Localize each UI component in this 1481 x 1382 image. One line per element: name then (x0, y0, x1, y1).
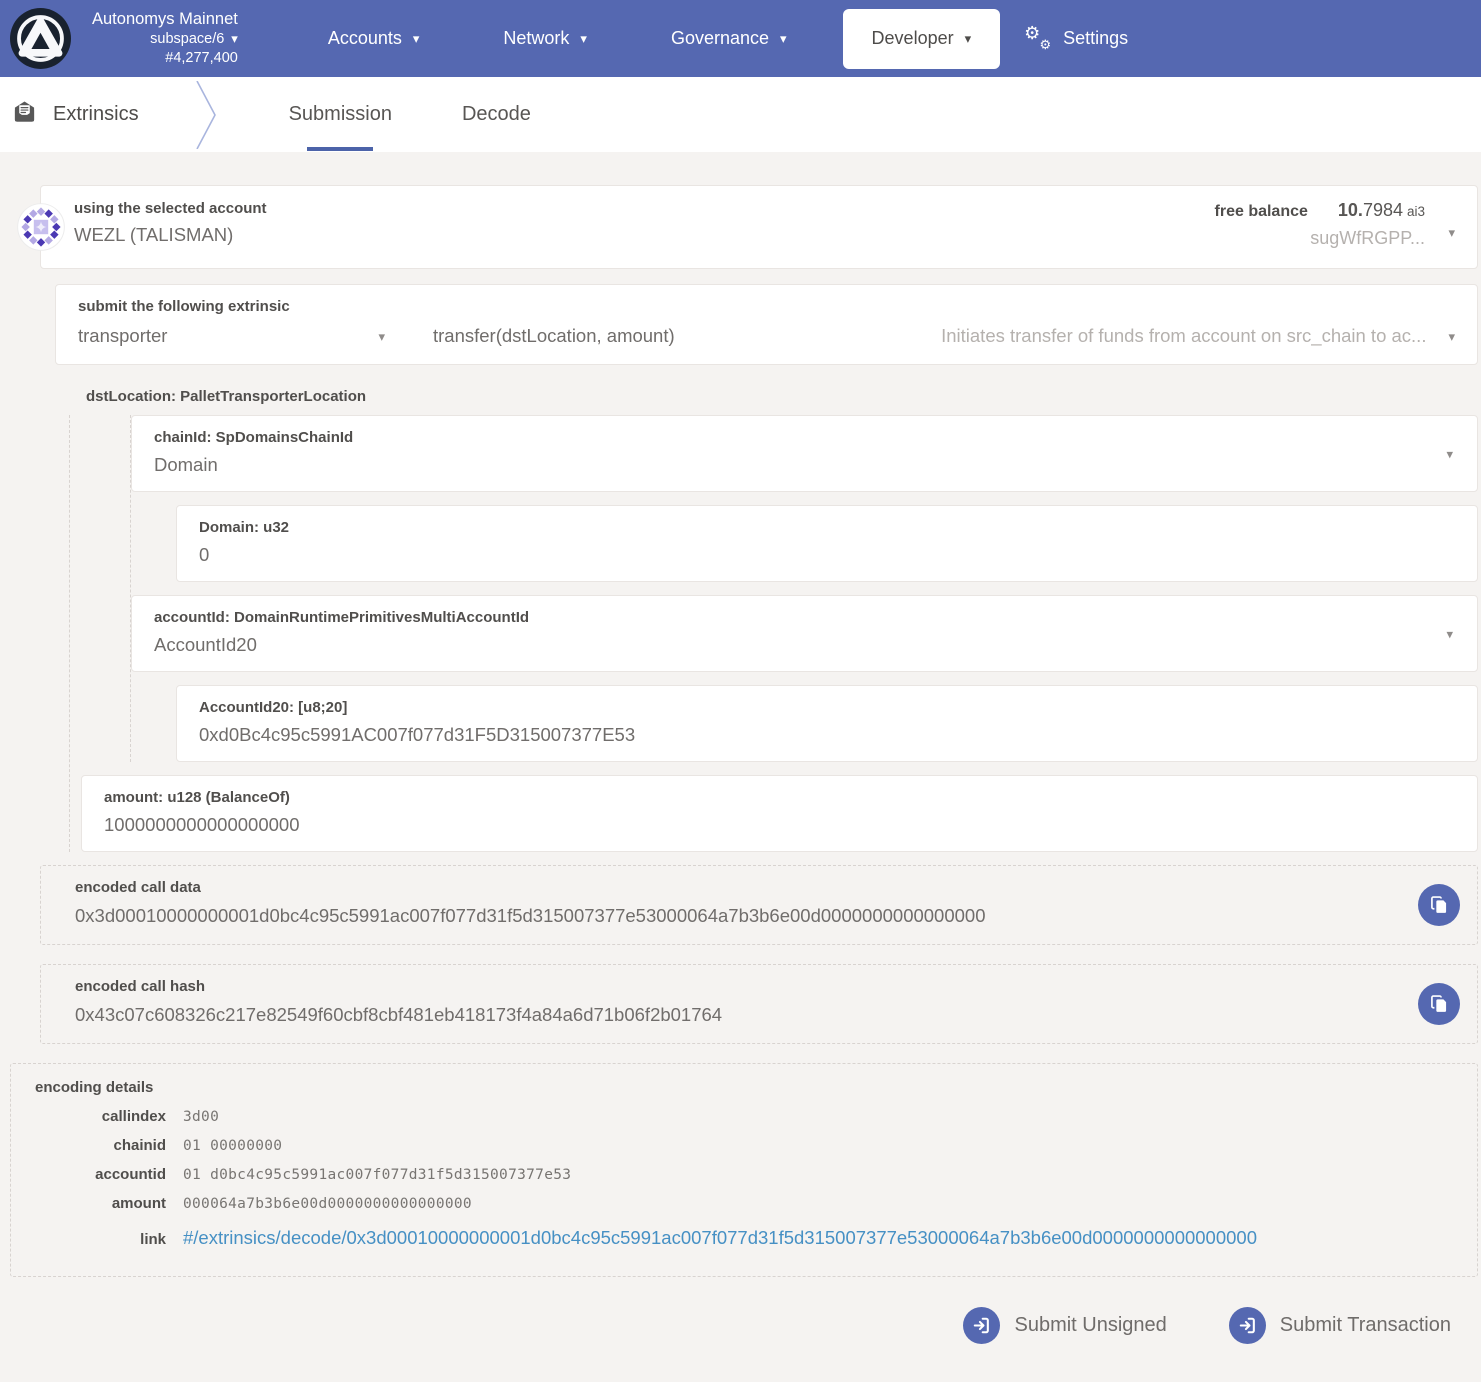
main-menu: Accounts ▾ Network ▾ Governance ▾ Develo… (286, 9, 1152, 69)
breadcrumb: Extrinsics (13, 101, 139, 128)
sign-in-icon (963, 1307, 1000, 1344)
param-accountid-label: accountId: DomainRuntimePrimitivesMultiA… (154, 609, 1455, 626)
param-domain-label: Domain: u32 (199, 519, 1455, 536)
encoding-detail-row: amount 000064a7b3b6e00d0000000000000000 (35, 1195, 1453, 1212)
free-balance-label: free balance (1215, 203, 1308, 221)
accountid-select-value[interactable]: AccountId20 (154, 634, 1455, 656)
settings-button[interactable]: ⚙⚙ Settings (1000, 26, 1152, 52)
encoded-call-data-box: encoded call data 0x3d00010000000001d0bc… (40, 865, 1478, 945)
param-chainid-label: chainId: SpDomainsChainId (154, 429, 1455, 446)
copy-icon (1429, 895, 1449, 915)
param-accountid20-card: AccountId20: [u8;20] (176, 685, 1478, 762)
method-select-value: transfer(dstLocation, amount) (433, 325, 675, 346)
menu-item-developer[interactable]: Developer ▾ (843, 9, 1001, 69)
method-description-select[interactable]: Initiates transfer of funds from account… (941, 325, 1455, 347)
chainid-select-value[interactable]: Domain (154, 454, 1455, 476)
top-nav-bar: Autonomys Mainnet subspace/6▾ #4,277,400… (0, 0, 1481, 77)
encoded-call-data-label: encoded call data (75, 879, 1387, 896)
chevron-down-icon: ▾ (413, 32, 420, 45)
param-tree: chainId: SpDomainsChainId Domain ▾ Domai… (69, 415, 1478, 852)
chevron-down-icon: ▾ (780, 32, 787, 45)
method-description: Initiates transfer of funds from account… (941, 325, 1426, 347)
param-domain-card: Domain: u32 (176, 505, 1478, 582)
action-buttons: Submit Unsigned Submit Transaction (0, 1307, 1451, 1344)
chevron-down-icon: ▾ (231, 31, 238, 46)
param-amount-card: amount: u128 (BalanceOf) (81, 775, 1478, 852)
extrinsic-select-card: submit the following extrinsic transport… (55, 284, 1478, 365)
encoding-details-title: encoding details (35, 1079, 1453, 1096)
page-title: Extrinsics (53, 103, 139, 126)
param-accountid-children: AccountId20: [u8;20] (176, 685, 1478, 762)
param-dstlocation-label: dstLocation: PalletTransporterLocation (86, 388, 1481, 405)
encoding-detail-link-row: link #/extrinsics/decode/0x3d00010000000… (35, 1227, 1453, 1249)
menu-item-accounts[interactable]: Accounts ▾ (286, 28, 462, 49)
tabs: Submission Decode (279, 77, 541, 152)
active-tab-underline (307, 147, 373, 151)
balance-box: free balance 10.7984ai3 sugWfRGPP... (1215, 200, 1425, 249)
chevron-down-icon[interactable]: ▾ (1448, 226, 1455, 239)
extrinsics-submission-page: using the selected account WEZL (TALISMA… (0, 152, 1481, 1344)
extrinsics-envelope-icon (13, 101, 36, 128)
param-amount-label: amount: u128 (BalanceOf) (104, 789, 1455, 806)
pallet-select-value: transporter (78, 325, 167, 347)
encoded-call-hash-value: 0x43c07c608326c217e82549f60cbf8cbf481eb4… (75, 1004, 1387, 1026)
chevron-down-icon: ▾ (378, 330, 385, 343)
param-accountid20-label: AccountId20: [u8;20] (199, 699, 1455, 716)
breadcrumb-separator (195, 81, 219, 149)
method-select[interactable]: transfer(dstLocation, amount) (433, 325, 675, 347)
chevron-down-icon[interactable]: ▾ (1446, 627, 1453, 640)
param-dstlocation-children: chainId: SpDomainsChainId Domain ▾ Domai… (130, 415, 1478, 762)
encoding-details-box: encoding details callindex 3d00 chainid … (10, 1063, 1478, 1277)
encoded-call-hash-label: encoded call hash (75, 978, 1387, 995)
copy-call-hash-button[interactable] (1418, 983, 1460, 1025)
extrinsic-field-label: submit the following extrinsic (78, 298, 1455, 315)
param-chainid-card: chainId: SpDomainsChainId Domain ▾ (131, 415, 1478, 492)
decode-link[interactable]: #/extrinsics/decode/0x3d00010000000001d0… (183, 1227, 1257, 1249)
chain-name: Autonomys Mainnet (92, 9, 238, 30)
encoding-detail-row: callindex 3d00 (35, 1108, 1453, 1125)
encoded-call-hash-box: encoded call hash 0x43c07c608326c217e825… (40, 964, 1478, 1044)
chevron-down-icon: ▾ (1448, 330, 1455, 343)
param-accountid-card: accountId: DomainRuntimePrimitivesMultiA… (131, 595, 1478, 672)
menu-item-network[interactable]: Network ▾ (461, 28, 629, 49)
encoding-detail-row: chainid 01 00000000 (35, 1137, 1453, 1154)
tab-submission[interactable]: Submission (279, 77, 402, 152)
account-identicon[interactable] (17, 203, 65, 251)
accountid20-input[interactable] (199, 724, 1405, 746)
autonomys-logo-icon[interactable] (10, 8, 71, 69)
copy-icon (1429, 994, 1449, 1014)
chain-selector[interactable]: Autonomys Mainnet subspace/6▾ #4,277,400 (92, 9, 238, 68)
copy-call-data-button[interactable] (1418, 884, 1460, 926)
settings-gears-icon: ⚙⚙ (1024, 26, 1051, 52)
domain-input[interactable] (199, 544, 1405, 566)
encoded-call-data-value: 0x3d00010000000001d0bc4c95c5991ac007f077… (75, 905, 1387, 927)
pallet-select[interactable]: transporter ▾ (78, 325, 385, 347)
param-chainid-children: Domain: u32 (176, 505, 1478, 582)
tab-bar: Extrinsics Submission Decode (0, 77, 1481, 152)
chevron-down-icon[interactable]: ▾ (1446, 447, 1453, 460)
sign-in-icon (1229, 1307, 1266, 1344)
menu-item-governance[interactable]: Governance ▾ (629, 28, 829, 49)
encoding-detail-row: accountid 01 d0bc4c95c5991ac007f077d31f5… (35, 1166, 1453, 1183)
tab-decode[interactable]: Decode (452, 77, 541, 152)
chevron-down-icon: ▾ (965, 32, 972, 45)
amount-input[interactable] (104, 814, 1401, 836)
chevron-down-icon: ▾ (580, 32, 587, 45)
account-select-card: using the selected account WEZL (TALISMA… (40, 185, 1478, 269)
account-address-short[interactable]: sugWfRGPP... (1215, 228, 1425, 249)
submit-transaction-button[interactable]: Submit Transaction (1229, 1307, 1451, 1344)
block-number: #4,277,400 (92, 49, 238, 68)
submit-unsigned-button[interactable]: Submit Unsigned (963, 1307, 1166, 1344)
chain-runtime: subspace/6▾ (92, 30, 238, 49)
free-balance-value: 10.7984ai3 (1338, 200, 1425, 221)
